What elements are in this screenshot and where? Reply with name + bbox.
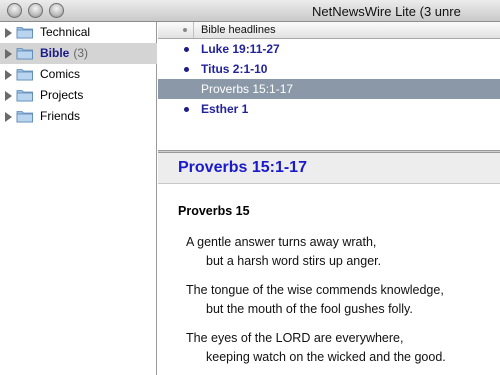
unread-count: (3) — [73, 46, 89, 60]
unread-dot-icon — [184, 67, 189, 72]
disclosure-triangle-icon[interactable] — [5, 70, 12, 80]
unread-column-header[interactable] — [158, 22, 194, 38]
article-pane: Proverbs 15:1-17 Proverbs 15 A gentle an… — [158, 153, 500, 375]
headline-row-selected[interactable]: Proverbs 15:1-17 — [158, 79, 500, 99]
unread-dot-icon — [183, 28, 187, 32]
headline-row[interactable]: Esther 1 — [158, 99, 500, 119]
verse-line: A gentle answer turns away wrath, — [186, 235, 377, 249]
window-title: NetNewsWire Lite (3 unre — [312, 4, 461, 19]
folder-icon — [16, 48, 33, 60]
headlines-list: Bible headlines Luke 19:11-27 Titus 2:1-… — [158, 22, 500, 150]
verse-line: but the mouth of the fool gushes folly. — [206, 302, 413, 316]
minimize-button[interactable] — [28, 3, 43, 18]
headlines-column-title: Bible headlines — [201, 24, 276, 36]
headline-title: Esther 1 — [201, 102, 249, 116]
unread-dot-icon — [184, 47, 189, 52]
disclosure-triangle-icon[interactable] — [5, 49, 12, 59]
sidebar-folder-friends[interactable]: Friends — [0, 106, 157, 127]
headlines-column-header[interactable]: Bible headlines — [158, 22, 500, 39]
folder-icon — [16, 69, 33, 81]
sidebar-folder-projects[interactable]: Projects — [0, 85, 157, 106]
disclosure-triangle-icon[interactable] — [5, 28, 12, 38]
folder-icon — [16, 90, 33, 102]
article-header: Proverbs 15:1-17 — [158, 153, 500, 183]
sidebar-folder-label: Friends — [40, 109, 81, 123]
unread-dot-icon — [184, 107, 189, 112]
subscriptions-sidebar: Technical Bible (3) Comics Projects Frie… — [0, 22, 157, 375]
disclosure-triangle-icon[interactable] — [5, 91, 12, 101]
verse: The eyes of the LORD are everywhere, kee… — [186, 329, 446, 367]
headline-title: Titus 2:1-10 — [201, 62, 268, 76]
disclosure-triangle-icon[interactable] — [5, 112, 12, 122]
headline-row[interactable]: Titus 2:1-10 — [158, 59, 500, 79]
sidebar-folder-technical[interactable]: Technical — [0, 22, 157, 43]
folder-icon — [16, 111, 33, 123]
article-title[interactable]: Proverbs 15:1-17 — [178, 159, 307, 177]
close-button[interactable] — [7, 3, 22, 18]
article-subtitle: Proverbs 15 — [178, 204, 250, 218]
verse: A gentle answer turns away wrath, but a … — [186, 233, 381, 271]
sidebar-folder-bible[interactable]: Bible (3) — [0, 43, 157, 64]
sidebar-folder-label: Projects — [40, 88, 84, 102]
verse-line: keeping watch on the wicked and the good… — [206, 350, 446, 364]
verse-line: The tongue of the wise commends knowledg… — [186, 283, 444, 297]
sidebar-folder-label: Comics — [40, 67, 81, 81]
title-bar: NetNewsWire Lite (3 unre — [0, 0, 500, 22]
zoom-button[interactable] — [49, 3, 64, 18]
folder-icon — [16, 27, 33, 39]
verse-line: but a harsh word stirs up anger. — [206, 254, 382, 268]
verse-line: The eyes of the LORD are everywhere, — [186, 331, 404, 345]
divider — [158, 183, 500, 184]
sidebar-folder-label: Technical — [40, 25, 91, 39]
sidebar-folder-comics[interactable]: Comics — [0, 64, 157, 85]
sidebar-folder-label: Bible — [40, 46, 70, 60]
headline-row[interactable]: Luke 19:11-27 — [158, 39, 500, 59]
headline-title: Luke 19:11-27 — [201, 42, 280, 56]
headline-title: Proverbs 15:1-17 — [201, 82, 294, 96]
verse: The tongue of the wise commends knowledg… — [186, 281, 444, 319]
